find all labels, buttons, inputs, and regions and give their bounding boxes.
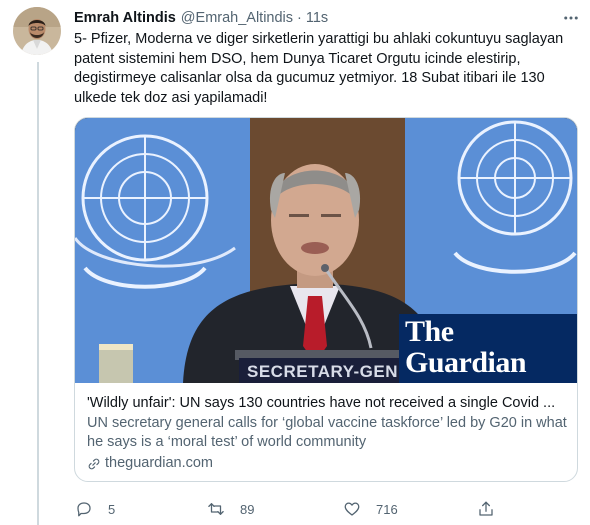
reply-icon — [74, 499, 94, 519]
card-body: 'Wildly unfair': UN says 130 countries h… — [87, 394, 567, 473]
nameplate: SECRETARY-GENERAL — [239, 358, 399, 383]
card-domain-text: theguardian.com — [105, 455, 214, 471]
reply-button[interactable]: 5 — [74, 498, 115, 520]
guardian-logo: The Guardian — [405, 315, 527, 379]
retweet-button[interactable]: 89 — [206, 498, 254, 520]
nameplate-text: SECRETARY-GENERAL — [247, 362, 399, 381]
avatar[interactable] — [13, 7, 61, 55]
card-title: 'Wildly unfair': UN says 130 countries h… — [87, 395, 556, 411]
guardian-logo-line1: The — [405, 315, 454, 348]
tweet-actions: 5 89 716 — [74, 498, 494, 520]
reply-count: 5 — [108, 501, 116, 517]
thread-line — [37, 62, 39, 525]
like-count: 716 — [376, 501, 398, 517]
more-options-button[interactable] — [560, 7, 582, 29]
avatar-image — [13, 7, 61, 55]
tweet-timestamp[interactable]: 11s — [306, 10, 328, 26]
more-horizontal-icon — [564, 16, 578, 20]
tweet-header: Emrah Altindis @Emrah_Altindis · 11s — [74, 9, 328, 27]
user-handle[interactable]: @Emrah_Altindis — [181, 10, 293, 26]
share-icon — [476, 499, 496, 519]
guardian-logo-line2: Guardian — [405, 346, 527, 379]
link-preview-card[interactable]: SECRETARY-GENERAL The Guardian 'Wildly u… — [74, 117, 578, 482]
share-button[interactable] — [476, 498, 496, 520]
retweet-icon — [206, 499, 226, 519]
card-description: UN secretary general calls for ‘global v… — [87, 415, 567, 450]
card-image: SECRETARY-GENERAL The Guardian — [75, 118, 577, 383]
separator-dot: · — [297, 10, 302, 26]
heart-icon — [342, 499, 362, 519]
tweet-text: 5- Pfizer, Moderna ve diger sirketlerin … — [74, 31, 564, 106]
like-button[interactable]: 716 — [342, 498, 398, 520]
display-name[interactable]: Emrah Altindis — [74, 10, 176, 26]
link-icon — [88, 458, 100, 469]
retweet-count: 89 — [240, 501, 255, 517]
card-domain: theguardian.com — [87, 454, 567, 473]
